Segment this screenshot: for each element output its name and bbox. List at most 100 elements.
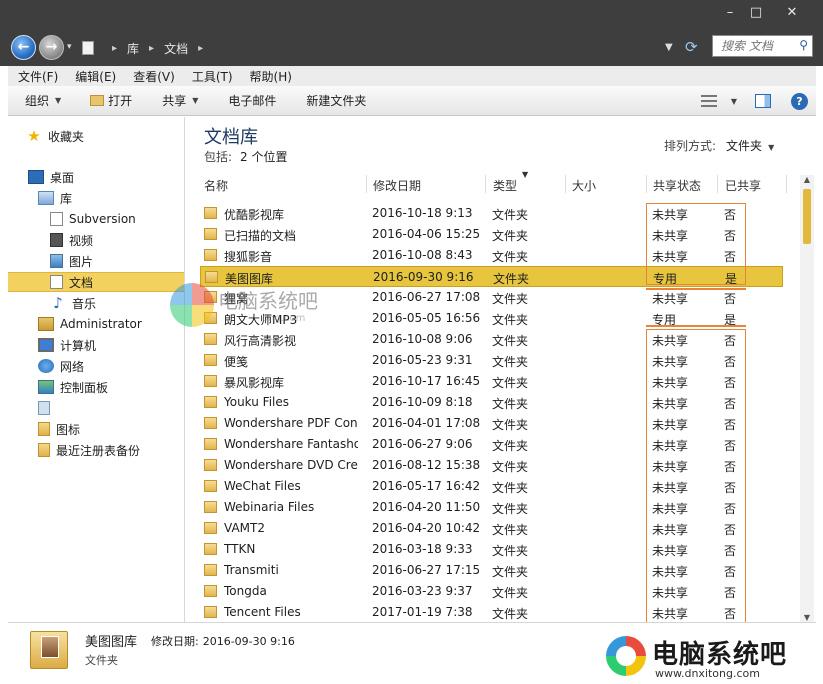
folder-icon [204, 333, 217, 345]
breadcrumb-item-library[interactable]: 库 [127, 40, 139, 57]
breadcrumb-item-documents[interactable]: 文档 [164, 40, 188, 57]
address-history-dropdown-icon[interactable]: ▼ [665, 42, 673, 53]
nav-desktop[interactable]: 桌面 [28, 167, 74, 187]
nav-computer[interactable]: 计算机 [38, 335, 96, 355]
nav-icons[interactable]: 图标 [38, 419, 80, 439]
view-options-icon[interactable] [700, 95, 717, 107]
file-type: 文件夹 [492, 481, 529, 495]
nav-network[interactable]: 网络 [38, 356, 84, 376]
forward-button[interactable]: → [39, 35, 64, 60]
minimize-button[interactable]: – [718, 4, 742, 22]
nav-pictures[interactable]: 图片 [50, 251, 93, 271]
new-folder-button[interactable]: 新建文件夹 [306, 92, 366, 109]
file-name[interactable]: TTKN [224, 542, 358, 556]
file-name[interactable]: Tencent Files [224, 605, 358, 619]
nav-documents[interactable]: 文档 [8, 272, 184, 292]
column-divider[interactable] [717, 175, 718, 193]
breadcrumb-separator-icon[interactable]: ▸ [198, 43, 203, 54]
folder-icon [204, 396, 217, 408]
search-input[interactable] [713, 36, 791, 56]
file-name[interactable]: 朗文大师MP3 [224, 311, 358, 328]
preview-pane-icon[interactable] [755, 94, 771, 108]
view-dropdown-button[interactable]: ▼ [725, 97, 737, 106]
nav-icons-label: 图标 [56, 422, 81, 437]
computer-icon [38, 338, 54, 352]
file-name[interactable]: Wondershare DVD Crea... [224, 458, 358, 472]
chevron-down-icon[interactable]: ▼ [768, 143, 774, 152]
file-name[interactable]: Tongda [224, 584, 358, 598]
file-name[interactable]: 风行高清影视 [224, 332, 358, 349]
column-divider[interactable] [565, 175, 566, 193]
search-box[interactable]: ⚲ [712, 35, 813, 57]
column-header-shared[interactable]: 已共享 [725, 177, 761, 194]
file-name[interactable]: Wondershare PDF Conv... [224, 416, 358, 430]
file-name[interactable]: 便笺 [224, 353, 358, 370]
file-name[interactable]: Transmiti [224, 563, 358, 577]
arrange-by-dropdown[interactable]: 文件夹 [726, 139, 762, 153]
file-name[interactable]: VAMT2 [224, 521, 358, 535]
file-name[interactable]: WeChat Files [224, 479, 358, 493]
menu-tools[interactable]: 工具(T) [182, 68, 240, 85]
file-name[interactable]: Youku Files [224, 395, 358, 409]
nav-libraries[interactable]: 库 [38, 188, 72, 208]
nav-control-panel-label: 控制面板 [60, 380, 109, 395]
close-button[interactable]: ✕ [780, 4, 804, 22]
file-name[interactable]: 暴风影视库 [224, 374, 358, 391]
scrollbar-thumb[interactable] [803, 189, 811, 244]
file-name[interactable]: 已扫描的文档 [224, 227, 358, 244]
nav-administrator[interactable]: Administrator [38, 314, 142, 334]
breadcrumb-separator-icon[interactable]: ▸ [149, 43, 154, 54]
includes-locations-link[interactable]: 2 个位置 [240, 150, 287, 164]
breadcrumb[interactable]: ▸ 库 ▸ 文档 ▸ [82, 38, 213, 58]
nav-control-panel[interactable]: 控制面板 [38, 377, 108, 397]
nav-music[interactable]: ♪ 音乐 [50, 293, 96, 313]
column-header-size[interactable]: 大小 [572, 177, 596, 194]
file-name[interactable]: Webinaria Files [224, 500, 358, 514]
details-modified-label: 修改日期: [151, 635, 199, 648]
file-modified: 2016-04-01 17:08 [372, 416, 481, 430]
vertical-scrollbar[interactable]: ▲ ▼ [800, 175, 814, 622]
column-header-type[interactable]: 类型 [493, 177, 517, 194]
back-button[interactable]: ← [11, 35, 36, 60]
menu-edit[interactable]: 编辑(E) [65, 68, 123, 85]
recent-pages-dropdown-icon[interactable]: ▾ [67, 42, 72, 52]
file-name[interactable]: 美图图库 [225, 270, 359, 287]
email-button[interactable]: 电子邮件 [228, 92, 276, 109]
column-header-share-state[interactable]: 共享状态 [653, 177, 701, 194]
file-type: 文件夹 [492, 418, 529, 432]
file-row[interactable]: 狸窝 2016-06-27 17:08 文件夹 未共享 否 [200, 287, 783, 308]
menu-file[interactable]: 文件(F) [8, 68, 65, 85]
scroll-up-icon[interactable]: ▲ [800, 175, 814, 184]
breadcrumb-separator-icon[interactable]: ▸ [112, 43, 117, 54]
refresh-icon[interactable]: ⟳ [685, 38, 698, 56]
file-name[interactable]: Wondershare Fantasho... [224, 437, 358, 451]
scroll-down-icon[interactable]: ▼ [800, 613, 814, 622]
column-divider[interactable] [646, 175, 647, 193]
column-divider[interactable] [786, 175, 787, 193]
nav-recycle-bin[interactable] [38, 398, 56, 418]
nav-desktop-label: 桌面 [50, 170, 75, 185]
menu-view[interactable]: 查看(V) [123, 68, 182, 85]
file-name[interactable]: 优酷影视库 [224, 206, 358, 223]
back-arrow-icon: ← [17, 39, 30, 55]
column-header-modified[interactable]: 修改日期 [373, 177, 421, 194]
arrange-by-label: 排列方式: [664, 139, 717, 153]
search-icon[interactable]: ⚲ [799, 38, 808, 52]
column-header-name[interactable]: 名称 [204, 177, 228, 194]
nav-registry-backup[interactable]: 最近注册表备份 [38, 440, 140, 460]
menu-help[interactable]: 帮助(H) [240, 68, 299, 85]
file-name[interactable]: 狸窝 [224, 290, 358, 307]
help-icon[interactable]: ? [791, 92, 808, 110]
share-button[interactable]: 共享 ▼ [162, 92, 198, 109]
music-note-icon: ♪ [53, 294, 63, 312]
maximize-button[interactable]: □ [744, 4, 768, 22]
column-divider[interactable] [485, 175, 486, 193]
file-modified: 2016-08-12 15:38 [372, 458, 481, 472]
nav-subversion[interactable]: Subversion [50, 209, 136, 229]
open-button[interactable]: 打开 [90, 92, 132, 109]
column-divider[interactable] [366, 175, 367, 193]
nav-favorites[interactable]: ★ 收藏夹 [26, 126, 84, 146]
nav-videos[interactable]: 视频 [50, 230, 93, 250]
organize-button[interactable]: 组织 ▼ [25, 92, 61, 109]
file-name[interactable]: 搜狐影音 [224, 248, 358, 265]
